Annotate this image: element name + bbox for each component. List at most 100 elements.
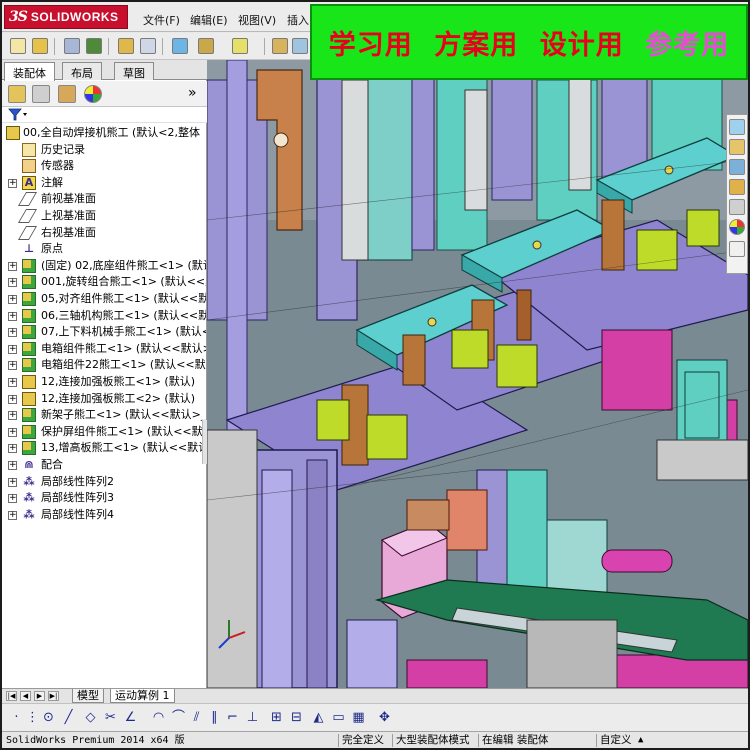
tree-node[interactable]: + ⋒ 配合: [2, 457, 206, 473]
property-manager-icon[interactable]: [32, 85, 50, 103]
appearance-icon[interactable]: [272, 38, 288, 54]
expand-toggle-icon[interactable]: +: [8, 394, 17, 404]
dimension-icon[interactable]: ◭: [310, 709, 327, 726]
expand-toggle-icon[interactable]: +: [8, 510, 17, 520]
configuration-manager-icon[interactable]: [58, 85, 76, 103]
pin-icon[interactable]: [64, 38, 80, 54]
new-document-icon[interactable]: [10, 38, 26, 54]
expand-toggle-icon[interactable]: +: [8, 261, 17, 271]
design-library-icon[interactable]: [729, 139, 745, 155]
tree-node[interactable]: + ⁂ 局部线性阵列4: [2, 507, 206, 523]
next-tab-arrow-icon[interactable]: ▶: [34, 691, 45, 701]
move-icon[interactable]: ✥: [376, 709, 393, 726]
file-explorer-icon[interactable]: [729, 159, 745, 175]
status-custom-units[interactable]: 自定义: [596, 734, 632, 747]
menu-file[interactable]: 文件(F): [143, 12, 180, 28]
expand-toggle-icon[interactable]: +: [8, 178, 17, 188]
units-dropdown-icon[interactable]: ▲: [638, 734, 643, 747]
expand-toggle-icon[interactable]: +: [8, 311, 17, 321]
tree-node[interactable]: +07,上下料机械手熊工<1> (默认<<: [2, 324, 206, 340]
display-style-icon[interactable]: [172, 38, 188, 54]
point-icon[interactable]: ·: [8, 709, 25, 726]
expand-toggle-icon[interactable]: +: [8, 427, 17, 437]
view-palette-icon[interactable]: [729, 179, 745, 195]
tab-assembly[interactable]: 装配体: [4, 62, 55, 81]
offset-icon[interactable]: ⫽: [188, 709, 205, 726]
lights-icon[interactable]: [232, 38, 248, 54]
expand-toggle-icon[interactable]: +: [8, 378, 17, 387]
tab-layout[interactable]: 布局: [62, 62, 102, 80]
tree-node[interactable]: +06,三轴机构熊工<1> (默认<<默认: [2, 308, 206, 324]
menu-view[interactable]: 视图(V): [238, 12, 276, 28]
expand-toggle-icon[interactable]: +: [8, 444, 17, 454]
expand-toggle-icon[interactable]: +: [8, 344, 17, 354]
table-icon[interactable]: ▦: [350, 709, 367, 726]
linear-pattern-icon[interactable]: ⊞: [268, 709, 285, 726]
document-recovery-icon[interactable]: [729, 241, 745, 257]
tree-node[interactable]: + ⁂ 局部线性阵列2: [2, 474, 206, 490]
tree-node[interactable]: +12,连接加强板熊工<1> (默认): [2, 374, 206, 390]
expand-toggle-icon[interactable]: +: [8, 295, 17, 304]
expand-toggle-icon[interactable]: +: [8, 411, 17, 421]
tree-node[interactable]: 历史记录: [2, 142, 206, 158]
parallel-icon[interactable]: ∥: [206, 709, 223, 726]
prev-tab-arrow-icon[interactable]: ◀: [20, 691, 31, 701]
rectangle-icon[interactable]: ▭: [330, 709, 347, 726]
expand-toggle-icon[interactable]: +: [8, 477, 17, 487]
custom-properties-icon[interactable]: [729, 199, 745, 215]
menu-edit[interactable]: 编辑(E): [190, 12, 228, 28]
section-view-icon[interactable]: [198, 38, 214, 54]
view-orientation-icon[interactable]: [140, 38, 156, 54]
scene-icon[interactable]: [292, 38, 308, 54]
tree-node[interactable]: + 新架子熊工<1> (默认<<默认>_外: [2, 407, 206, 423]
appearances-icon[interactable]: [729, 219, 745, 235]
menu-insert[interactable]: 插入: [287, 12, 309, 28]
circle-icon[interactable]: ⊙: [40, 709, 57, 726]
tree-node[interactable]: +13,增高板熊工<1> (默认<<默认: [2, 440, 206, 456]
tree-node[interactable]: + 电箱组件22熊工<1> (默认<<默认: [2, 357, 206, 373]
line-icon[interactable]: ╱: [60, 709, 77, 726]
tree-node[interactable]: + A 注解: [2, 175, 206, 191]
tree-node[interactable]: + 电箱组件熊工<1> (默认<<默认>: [2, 341, 206, 357]
expand-toggle-icon[interactable]: +: [8, 278, 17, 288]
solidworks-resources-icon[interactable]: [729, 119, 745, 135]
tab-model[interactable]: 模型: [72, 689, 104, 703]
tree-node[interactable]: + (固定) 02,底座组件熊工<1> (默认<<: [2, 258, 206, 274]
polygon-icon[interactable]: ◇: [82, 709, 99, 726]
tree-node[interactable]: +12,连接加强板熊工<2> (默认): [2, 391, 206, 407]
display-manager-icon[interactable]: [84, 85, 102, 103]
expand-toggle-icon[interactable]: +: [8, 494, 17, 504]
mirror-icon[interactable]: ⊥: [244, 709, 261, 726]
expand-toggle-icon[interactable]: +: [8, 328, 17, 338]
tree-node[interactable]: 右视基准面: [2, 225, 206, 241]
filter-icon[interactable]: [8, 108, 28, 122]
last-tab-arrow-icon[interactable]: ▶|: [48, 691, 59, 701]
mate-icon[interactable]: [86, 38, 102, 54]
component-icon[interactable]: [118, 38, 134, 54]
tree-node[interactable]: + 保护屏组件熊工<1> (默认<<默认: [2, 424, 206, 440]
feature-manager-icon[interactable]: [8, 85, 26, 103]
tree-node[interactable]: ⊥ 原点: [2, 241, 206, 257]
tree-node[interactable]: 传感器: [2, 158, 206, 174]
expand-toggle-icon[interactable]: +: [8, 361, 17, 371]
trim-icon[interactable]: ✂: [102, 709, 119, 726]
open-folder-icon[interactable]: [32, 38, 48, 54]
first-tab-arrow-icon[interactable]: |◀: [6, 691, 17, 701]
solidworks-logo[interactable]: 3S SOLIDWORKS: [4, 5, 128, 29]
graphics-viewport[interactable]: [207, 60, 748, 688]
tree-node[interactable]: 前视基准面: [2, 191, 206, 207]
angle-line-icon[interactable]: ∠: [122, 709, 139, 726]
expand-toggle-icon[interactable]: +: [8, 461, 17, 470]
arc-icon[interactable]: ◠: [150, 709, 167, 726]
tab-motion-study[interactable]: 运动算例 1: [110, 689, 175, 703]
tree-node[interactable]: 上视基准面: [2, 208, 206, 224]
slot-icon[interactable]: ⌒: [170, 709, 187, 726]
grid-icon[interactable]: ⊟: [288, 709, 305, 726]
tree-node[interactable]: 00,全自动焊接机熊工 (默认<2,整体: [2, 125, 206, 141]
dotted-line-icon[interactable]: ⋮: [24, 709, 41, 726]
corner-icon[interactable]: ⌐: [224, 709, 241, 726]
collapse-pane-icon[interactable]: »: [188, 85, 197, 101]
tree-node[interactable]: + ⁂ 局部线性阵列3: [2, 490, 206, 506]
tab-sketch[interactable]: 草图: [114, 62, 154, 80]
tree-node[interactable]: +05,对齐组件熊工<1> (默认<<默认: [2, 291, 206, 307]
